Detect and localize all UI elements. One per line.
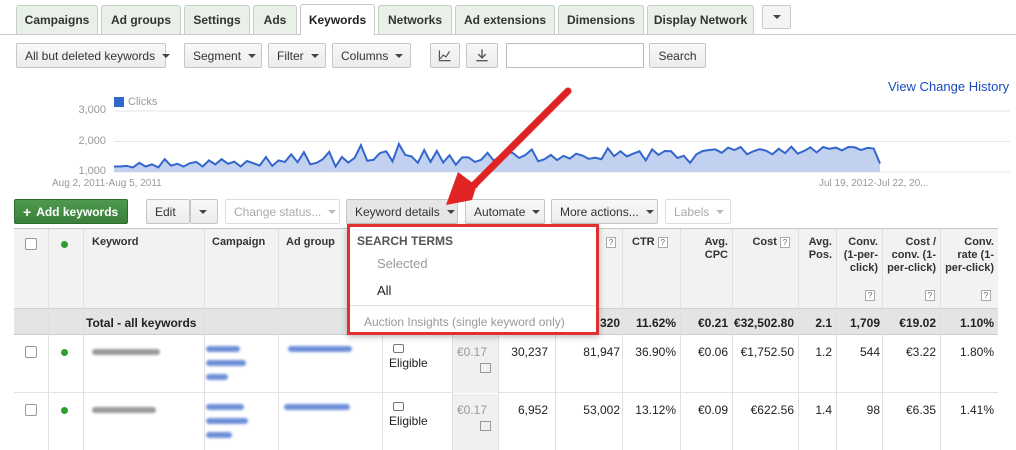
total-label: Total - all keywords — [86, 316, 197, 330]
column-divider — [48, 229, 49, 450]
select-all-checkbox[interactable] — [25, 238, 37, 250]
row-clicks: 30,237 — [511, 345, 548, 359]
total-conv: 1,709 — [849, 316, 880, 330]
campaign-link-redacted[interactable] — [206, 404, 244, 410]
column-divider — [680, 229, 681, 450]
column-divider — [622, 229, 623, 450]
campaign-link-redacted[interactable] — [206, 360, 246, 366]
status-bubble-icon[interactable] — [393, 344, 404, 353]
menu-item-selected[interactable]: Selected — [377, 256, 428, 271]
row-avg-cpc: €0.06 — [697, 345, 728, 359]
row-conv-rate: 1.41% — [959, 403, 994, 417]
row-conv-rate: 1.80% — [959, 345, 994, 359]
row-max-cpc[interactable]: €0.17 — [457, 345, 487, 359]
bid-graph-icon[interactable] — [480, 363, 491, 373]
help-icon[interactable]: ? — [925, 290, 935, 301]
row-impr: 53,002 — [583, 403, 620, 417]
col-campaign[interactable]: Campaign — [212, 236, 265, 249]
col-ad-group[interactable]: Ad group — [286, 236, 335, 249]
col-avg-cpc[interactable]: Avg. CPC — [682, 236, 728, 262]
row-status: Eligible — [389, 414, 428, 428]
col-cost[interactable]: Cost ? — [734, 236, 790, 249]
column-divider — [882, 229, 883, 450]
total-ctr: 11.62% — [635, 316, 676, 330]
col-conv[interactable]: Conv. (1-per-click) — [842, 236, 878, 275]
keyword-text-redacted[interactable] — [92, 349, 160, 355]
keyword-details-menu: SEARCH TERMS Selected All Auction Insigh… — [347, 224, 599, 335]
help-icon[interactable]: ? — [657, 237, 668, 248]
row-clicks: 6,952 — [517, 403, 548, 417]
menu-item-auction-insights[interactable]: Auction Insights (single keyword only) — [364, 315, 565, 329]
ad-group-link-redacted[interactable] — [288, 346, 352, 352]
row-avg-cpc: €0.09 — [697, 403, 728, 417]
col-cost-per-conv[interactable]: Cost / conv. (1-per-click) — [886, 236, 936, 275]
ad-group-link-redacted[interactable] — [284, 404, 350, 410]
campaign-link-redacted[interactable] — [206, 418, 248, 424]
campaign-link-redacted[interactable] — [206, 374, 228, 380]
status-dot-icon — [61, 241, 68, 248]
row-ctr: 36.90% — [635, 345, 676, 359]
col-keyword[interactable]: Keyword — [92, 236, 138, 249]
row-cost: €622.56 — [750, 403, 794, 417]
bid-graph-icon[interactable] — [480, 421, 491, 431]
status-dot-icon — [61, 349, 68, 356]
menu-item-all[interactable]: All — [377, 283, 391, 298]
row-conv: 544 — [859, 345, 880, 359]
row-impr: 81,947 — [583, 345, 620, 359]
column-divider — [83, 229, 84, 450]
total-conv-rate: 1.10% — [959, 316, 994, 330]
row-checkbox[interactable] — [25, 346, 37, 358]
keyword-text-redacted[interactable] — [92, 407, 156, 413]
menu-divider — [350, 305, 596, 306]
help-icon[interactable]: ? — [606, 237, 616, 248]
column-divider — [204, 229, 205, 450]
help-icon[interactable]: ? — [865, 290, 875, 301]
row-avg-pos: 1.4 — [815, 403, 832, 417]
row-cost-per-conv: €3.22 — [905, 345, 936, 359]
row-cost-per-conv: €6.35 — [905, 403, 936, 417]
campaign-link-redacted[interactable] — [206, 432, 232, 438]
total-avg-pos: 2.1 — [815, 316, 832, 330]
row-checkbox[interactable] — [25, 404, 37, 416]
help-icon[interactable]: ? — [780, 237, 790, 248]
status-dot-icon — [61, 407, 68, 414]
row-cost: €1,752.50 — [740, 345, 794, 359]
col-avg-pos[interactable]: Avg. Pos. — [800, 236, 832, 262]
column-divider — [732, 229, 733, 450]
table-row: Eligible €0.17 30,237 81,947 36.90% €0.0… — [14, 336, 998, 393]
status-bubble-icon[interactable] — [393, 402, 404, 411]
column-divider — [798, 229, 799, 450]
search-terms-header: SEARCH TERMS — [357, 234, 454, 248]
row-avg-pos: 1.2 — [815, 345, 832, 359]
total-avg-cpc: €0.21 — [697, 316, 728, 330]
col-ctr[interactable]: CTR ? — [632, 236, 668, 249]
column-divider — [836, 229, 837, 450]
col-conv-rate[interactable]: Conv. rate (1-per-click) — [944, 236, 994, 275]
column-divider — [940, 229, 941, 450]
col-cost-label: Cost — [752, 236, 777, 248]
col-ctr-label: CTR — [632, 236, 655, 248]
row-status: Eligible — [389, 356, 428, 370]
row-max-cpc[interactable]: €0.17 — [457, 403, 487, 417]
column-divider — [278, 229, 279, 450]
total-cost-per-conv: €19.02 — [899, 316, 936, 330]
row-conv: 98 — [866, 403, 880, 417]
total-cost: €32,502.80 — [733, 316, 794, 330]
help-icon[interactable]: ? — [981, 290, 991, 301]
row-ctr: 13.12% — [635, 403, 676, 417]
campaign-link-redacted[interactable] — [206, 346, 240, 352]
table-row: Eligible €0.17 6,952 53,002 13.12% €0.09… — [14, 394, 998, 450]
